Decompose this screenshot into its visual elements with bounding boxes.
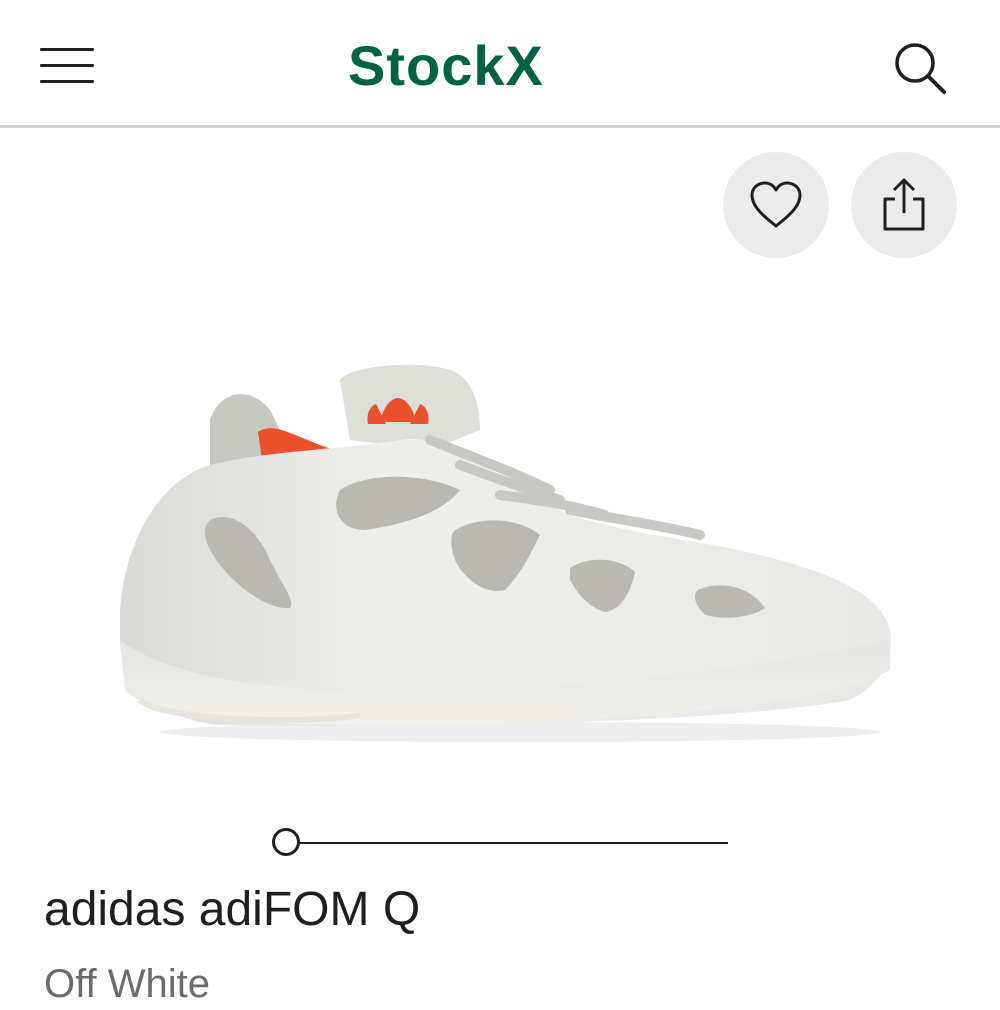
menu-line [40,48,94,51]
share-button[interactable] [851,152,957,258]
product-image[interactable] [100,340,900,760]
image-carousel-track[interactable] [288,842,728,844]
share-icon [883,178,925,231]
product-colorway: Off White [44,962,210,1006]
product-title: adidas adiFOM Q [44,883,421,936]
favorite-button[interactable] [723,152,829,258]
menu-line [40,80,94,83]
image-carousel-knob[interactable] [272,828,300,856]
stockx-logo-text: StockX [348,34,544,97]
heart-icon [750,181,802,228]
hamburger-menu-icon[interactable] [38,44,96,86]
menu-line [40,64,94,67]
stockx-logo[interactable]: StockX [348,34,618,98]
top-navigation-bar: StockX [0,0,1000,128]
search-icon[interactable] [890,38,950,98]
